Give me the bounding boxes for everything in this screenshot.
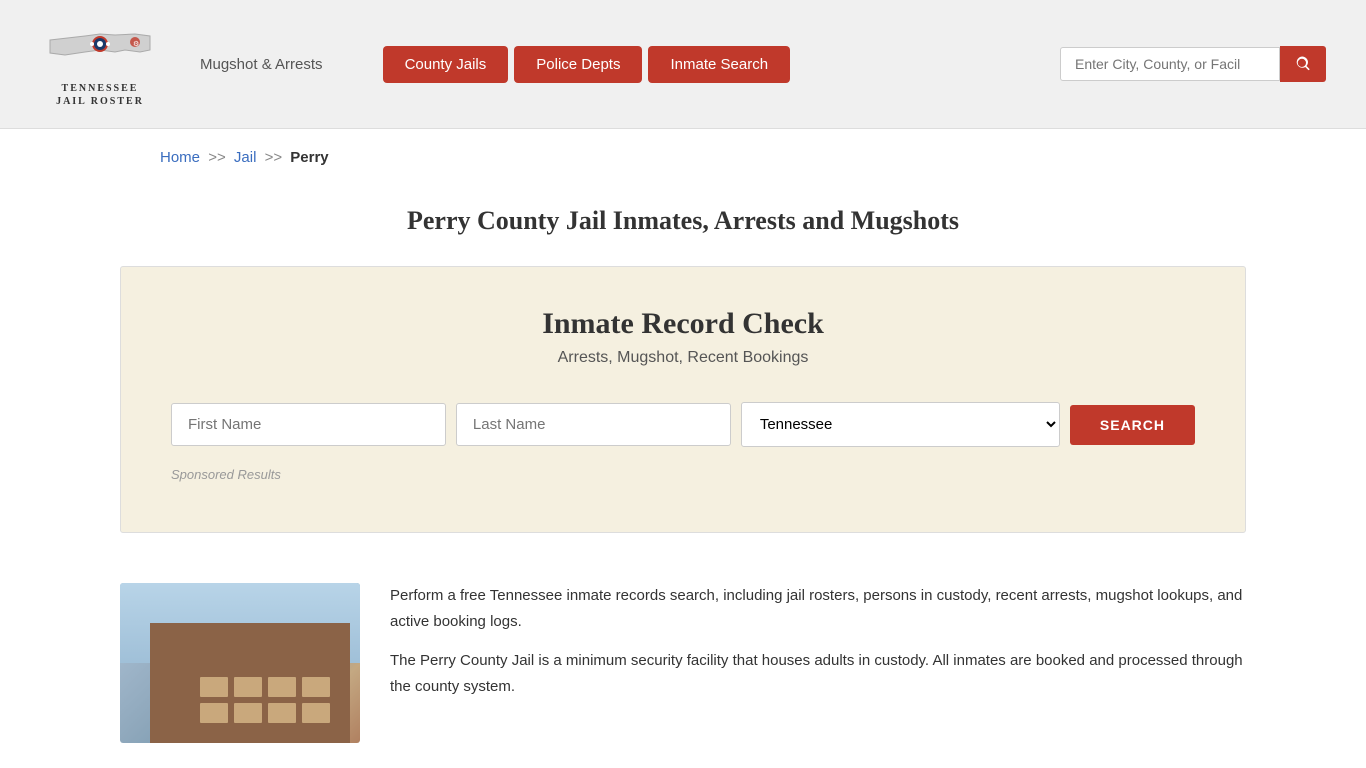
breadcrumb-sep-2: >> <box>265 149 283 166</box>
header-search-input[interactable] <box>1060 47 1280 81</box>
svg-text:⚙: ⚙ <box>133 40 139 48</box>
logo-icon: ⚙ <box>45 20 155 80</box>
record-box-title: Inmate Record Check <box>171 307 1195 341</box>
window-2 <box>234 677 262 697</box>
last-name-input[interactable] <box>456 403 731 446</box>
police-depts-button[interactable]: Police Depts <box>514 46 642 83</box>
header-search-area <box>1060 46 1326 82</box>
breadcrumb-current: Perry <box>290 149 328 166</box>
mugshot-arrests-link[interactable]: Mugshot & Arrests <box>200 56 323 73</box>
inmate-search-button[interactable]: Inmate Search <box>648 46 790 83</box>
site-header: ⚙ Tennessee Jail Roster Mugshot & Arrest… <box>0 0 1366 129</box>
breadcrumb: Home >> Jail >> Perry <box>0 129 1366 186</box>
window-7 <box>268 703 296 723</box>
window-6 <box>234 703 262 723</box>
window-5 <box>200 703 228 723</box>
record-box-subtitle: Arrests, Mugshot, Recent Bookings <box>171 349 1195 367</box>
page-title: Perry County Jail Inmates, Arrests and M… <box>0 206 1366 236</box>
building-image <box>120 583 360 743</box>
window-1 <box>200 677 228 697</box>
breadcrumb-home-link[interactable]: Home <box>160 149 200 166</box>
content-text: Perform a free Tennessee inmate records … <box>390 583 1246 743</box>
search-icon <box>1294 55 1312 73</box>
inmate-record-box: Inmate Record Check Arrests, Mugshot, Re… <box>120 266 1246 533</box>
state-select[interactable]: Tennessee Alabama Georgia Kentucky <box>741 402 1060 447</box>
window-4 <box>302 677 330 697</box>
building-shape <box>150 623 350 743</box>
record-search-row: Tennessee Alabama Georgia Kentucky SEARC… <box>171 402 1195 447</box>
main-nav: County Jails Police Depts Inmate Search <box>383 46 790 83</box>
content-paragraph-1: Perform a free Tennessee inmate records … <box>390 583 1246 634</box>
window-3 <box>268 677 296 697</box>
building-windows <box>200 677 330 723</box>
content-paragraph-2: The Perry County Jail is a minimum secur… <box>390 648 1246 699</box>
first-name-input[interactable] <box>171 403 446 446</box>
content-section: Perform a free Tennessee inmate records … <box>0 563 1366 763</box>
logo-area: ⚙ Tennessee Jail Roster <box>40 20 160 108</box>
window-8 <box>302 703 330 723</box>
header-search-button[interactable] <box>1280 46 1326 82</box>
breadcrumb-jail-link[interactable]: Jail <box>234 149 257 166</box>
sponsored-label: Sponsored Results <box>171 467 1195 482</box>
record-search-button[interactable]: SEARCH <box>1070 405 1195 445</box>
logo-text: Tennessee Jail Roster <box>56 82 144 108</box>
county-jails-button[interactable]: County Jails <box>383 46 509 83</box>
breadcrumb-sep-1: >> <box>208 149 226 166</box>
